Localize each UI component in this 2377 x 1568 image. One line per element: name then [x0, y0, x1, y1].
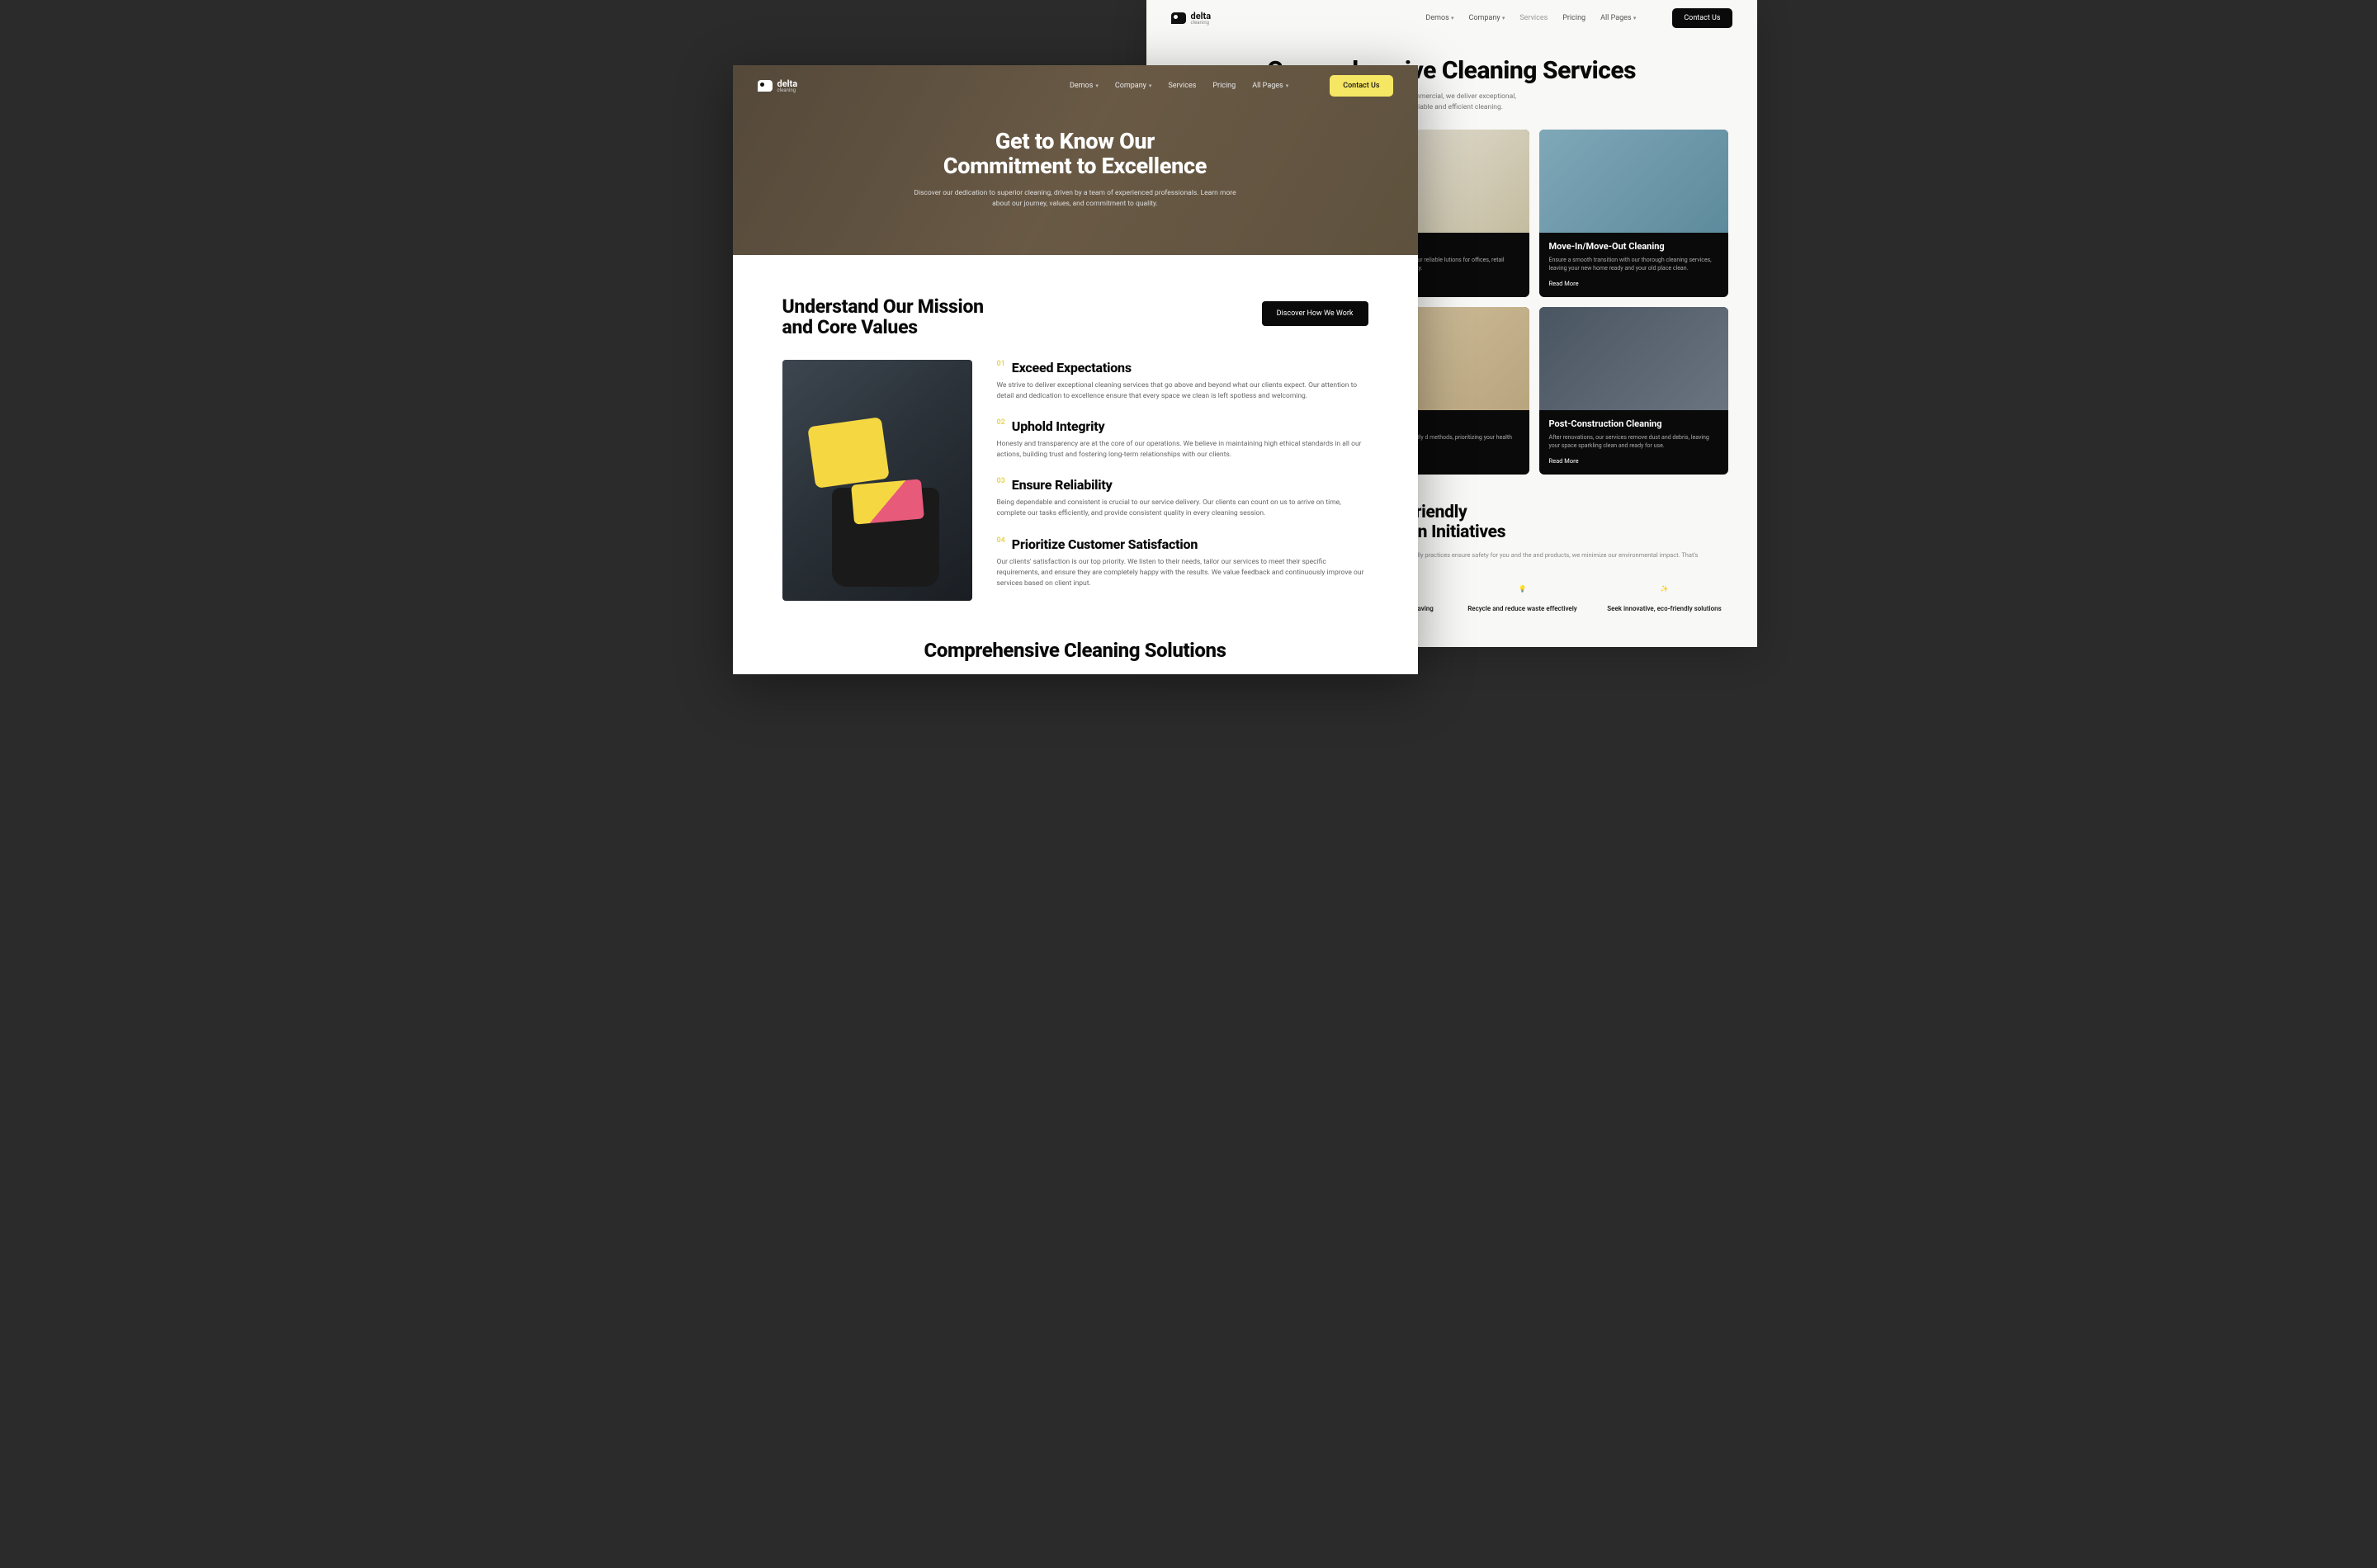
header-front: delta cleaning Demos▾ Company▾ Services …	[733, 65, 1418, 106]
value-item: 01 Exceed Expectations We strive to deli…	[997, 360, 1368, 402]
service-card-desc: Ensure a smooth transition with our thor…	[1549, 256, 1718, 273]
nav-services[interactable]: Services	[1519, 14, 1548, 22]
solutions-section: Comprehensive Cleaning Solutions	[733, 631, 1418, 674]
nav-company[interactable]: Company▾	[1115, 82, 1152, 90]
mission-image	[782, 360, 972, 601]
logo[interactable]: delta cleaning	[758, 79, 798, 93]
value-title: Uphold Integrity	[1012, 418, 1105, 434]
hero-title: Get to Know OurCommitment to Excellence	[799, 130, 1352, 178]
service-card-title: Post-Construction Cleaning	[1549, 418, 1718, 429]
eco-item: 💡 Recycle and reduce waste effectively	[1459, 585, 1586, 622]
read-more-link[interactable]: Read More	[1549, 457, 1718, 465]
value-desc: We strive to deliver exceptional cleanin…	[997, 380, 1368, 402]
value-title: Exceed Expectations	[1012, 360, 1132, 375]
bulb-icon: 💡	[1515, 585, 1530, 600]
mission-title: Understand Our Missionand Core Values	[782, 296, 984, 338]
nav-company[interactable]: Company ▾	[1469, 14, 1505, 22]
value-number: 04	[997, 536, 1005, 545]
discover-button[interactable]: Discover How We Work	[1262, 301, 1368, 326]
value-title: Ensure Reliability	[1012, 477, 1113, 493]
mission-section: Understand Our Missionand Core Values Di…	[733, 255, 1418, 631]
value-number: 01	[997, 360, 1005, 368]
value-desc: Honesty and transparency are at the core…	[997, 439, 1368, 460]
logo[interactable]: delta cleaning	[1171, 12, 1212, 26]
nav-services[interactable]: Services	[1168, 82, 1196, 90]
about-page: delta cleaning Demos▾ Company▾ Services …	[733, 65, 1418, 674]
value-title: Prioritize Customer Satisfaction	[1012, 536, 1198, 552]
contact-button[interactable]: Contact Us	[1672, 8, 1732, 28]
chevron-down-icon: ▾	[1633, 15, 1637, 21]
nav-front: Demos▾ Company▾ Services Pricing All Pag…	[1070, 82, 1288, 90]
nav-back: Demos ▾ Company ▾ Services Pricing All P…	[1425, 14, 1636, 22]
brand-name: delta	[777, 79, 798, 88]
service-card-image	[1539, 307, 1728, 410]
nav-demos[interactable]: Demos▾	[1070, 82, 1099, 90]
value-item: 03 Ensure Reliability Being dependable a…	[997, 477, 1368, 519]
brand-name: delta	[1191, 12, 1212, 21]
header-back: delta cleaning Demos ▾ Company ▾ Service…	[1146, 0, 1757, 36]
nav-pricing[interactable]: Pricing	[1562, 14, 1585, 22]
eco-item: ✨ Seek innovative, eco-friendly solution…	[1601, 585, 1728, 622]
chevron-down-icon: ▾	[1095, 83, 1099, 89]
nav-pricing[interactable]: Pricing	[1212, 82, 1236, 90]
contact-button[interactable]: Contact Us	[1330, 75, 1392, 97]
chevron-down-icon: ▾	[1286, 83, 1289, 89]
value-item: 02 Uphold Integrity Honesty and transpar…	[997, 418, 1368, 460]
chevron-down-icon: ▾	[1149, 83, 1152, 89]
chevron-down-icon: ▾	[1451, 15, 1454, 21]
hero-subtitle: Discover our dedication to superior clea…	[910, 188, 1240, 210]
logo-icon	[758, 80, 773, 92]
service-card[interactable]: Post-Construction Cleaning After renovat…	[1539, 307, 1728, 475]
brand-tagline: cleaning	[1191, 21, 1212, 26]
value-desc: Being dependable and consistent is cruci…	[997, 498, 1368, 519]
service-card-title: Move-In/Move-Out Cleaning	[1549, 241, 1718, 252]
values-list: 01 Exceed Expectations We strive to deli…	[997, 360, 1368, 607]
value-number: 03	[997, 477, 1005, 485]
nav-demos[interactable]: Demos ▾	[1425, 14, 1453, 22]
value-number: 02	[997, 418, 1005, 427]
value-desc: Our clients' satisfaction is our top pri…	[997, 557, 1368, 590]
sparkle-icon: ✨	[1657, 585, 1672, 600]
service-card[interactable]: Move-In/Move-Out Cleaning Ensure a smoot…	[1539, 130, 1728, 297]
service-card-desc: After renovations, our services remove d…	[1549, 433, 1718, 451]
read-more-link[interactable]: Read More	[1549, 280, 1718, 287]
chevron-down-icon: ▾	[1502, 15, 1505, 21]
brand-tagline: cleaning	[777, 88, 798, 93]
hero-section: delta cleaning Demos▾ Company▾ Services …	[733, 65, 1418, 255]
service-card-image	[1539, 130, 1728, 233]
value-item: 04 Prioritize Customer Satisfaction Our …	[997, 536, 1368, 590]
solutions-title: Comprehensive Cleaning Solutions	[782, 639, 1368, 662]
nav-allpages[interactable]: All Pages ▾	[1600, 14, 1636, 22]
logo-icon	[1171, 12, 1186, 24]
nav-allpages[interactable]: All Pages▾	[1252, 82, 1288, 90]
